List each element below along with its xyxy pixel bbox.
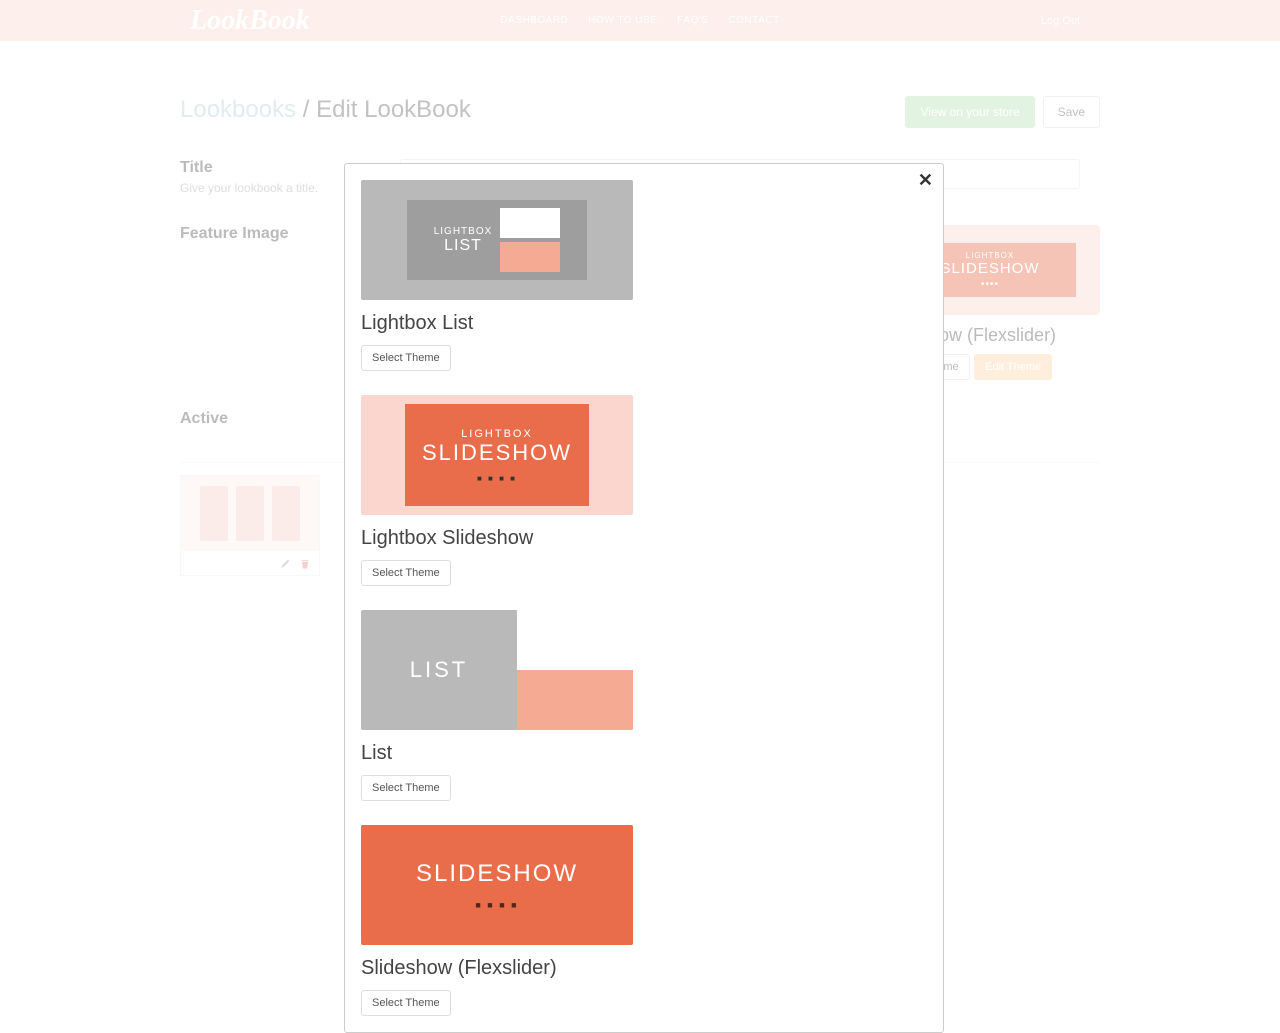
theme-preview: LIGHTBOX LIST <box>361 180 633 300</box>
theme-preview: SLIDESHOW ■ ■ ■ ■ <box>361 825 633 945</box>
theme-option-slideshow: SLIDESHOW ■ ■ ■ ■ Slideshow (Flexslider)… <box>361 825 633 1016</box>
theme-option-list: LIST List Select Theme <box>361 610 633 801</box>
select-theme-button[interactable]: Select Theme <box>361 560 451 586</box>
theme-preview: LIST <box>361 610 633 730</box>
theme-option-lightbox-list: LIGHTBOX LIST Lightbox List Select Theme <box>361 180 633 371</box>
select-theme-button[interactable]: Select Theme <box>361 345 451 371</box>
theme-name: Lightbox Slideshow <box>361 527 633 550</box>
theme-name: List <box>361 742 633 765</box>
select-theme-button[interactable]: Select Theme <box>361 990 451 1016</box>
theme-selection-modal: ✕ LIGHTBOX LIST Lightbox List Select The… <box>344 163 944 1033</box>
theme-preview: LIGHTBOX SLIDESHOW ■ ■ ■ ■ <box>361 395 633 515</box>
select-theme-button[interactable]: Select Theme <box>361 775 451 801</box>
close-icon[interactable]: ✕ <box>918 170 933 191</box>
theme-option-lightbox-slideshow: LIGHTBOX SLIDESHOW ■ ■ ■ ■ Lightbox Slid… <box>361 395 633 586</box>
theme-name: Slideshow (Flexslider) <box>361 957 633 980</box>
theme-name: Lightbox List <box>361 312 633 335</box>
